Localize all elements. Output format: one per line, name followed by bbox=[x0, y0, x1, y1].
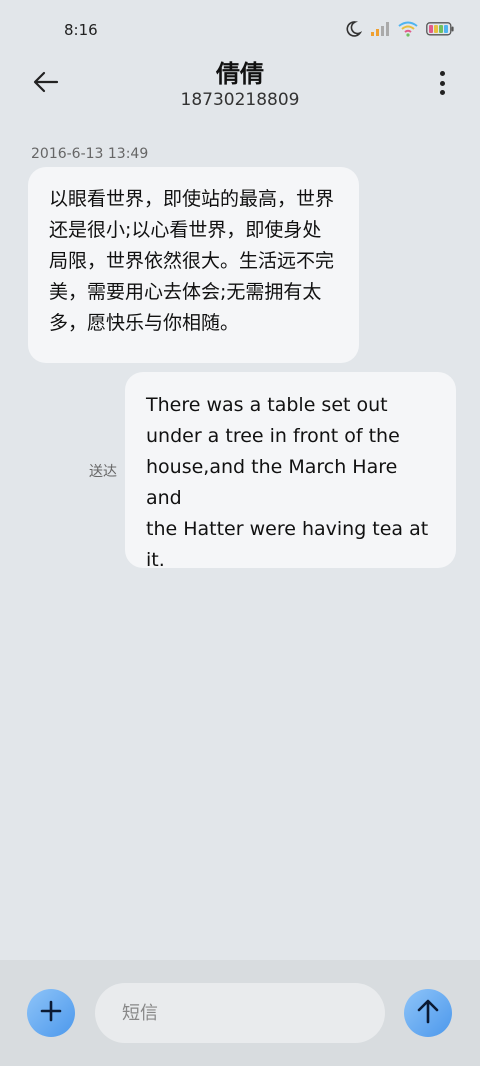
message-line: under a tree in front of the bbox=[146, 425, 400, 447]
contact-name: 倩倩 bbox=[216, 60, 264, 88]
battery-icon bbox=[426, 22, 454, 36]
conversation-header: 倩倩 18730218809 bbox=[0, 52, 480, 122]
message-line: the Hatter were having tea at bbox=[146, 518, 429, 540]
incoming-message-bubble[interactable]: 以眼看世界，即使站的最高，世界 还是很小;以心看世界，即使身处 局限，世界依然很… bbox=[28, 167, 359, 363]
message-line: house,and the March Hare and bbox=[146, 456, 398, 509]
message-timestamp: 2016-6-13 13:49 bbox=[31, 146, 149, 162]
add-attachment-button[interactable] bbox=[27, 989, 75, 1037]
outgoing-message-bubble[interactable]: There was a table set out under a tree i… bbox=[125, 372, 456, 571]
messaging-screen: 8:16 倩倩 18730218809 2016-6-13 13:49 以眼看世… bbox=[0, 0, 480, 1066]
message-line: 还是很小;以心看世界，即使身处 bbox=[49, 219, 322, 241]
message-line: 以眼看世界，即使站的最高，世界 bbox=[49, 188, 335, 210]
contact-phone: 18730218809 bbox=[180, 90, 300, 110]
status-icons bbox=[344, 20, 454, 38]
send-button[interactable] bbox=[404, 989, 452, 1037]
more-vertical-icon bbox=[439, 71, 445, 76]
message-line: 美，需要用心去体会;无需拥有太 bbox=[49, 281, 322, 303]
message-line: There was a table set out bbox=[146, 394, 388, 416]
status-time: 8:16 bbox=[64, 21, 98, 39]
status-bar: 8:16 bbox=[0, 0, 480, 60]
more-options-button[interactable] bbox=[434, 68, 450, 98]
signal-icon bbox=[370, 21, 390, 37]
delivery-status: 送达 bbox=[89, 464, 117, 480]
arrow-up-icon bbox=[416, 998, 440, 1028]
message-line: 多，愿快乐与你相随。 bbox=[49, 312, 240, 334]
wifi-icon bbox=[398, 21, 418, 37]
moon-icon bbox=[344, 20, 362, 38]
message-input[interactable] bbox=[95, 983, 385, 1043]
composer-bar bbox=[0, 960, 480, 1066]
message-line: 局限，世界依然很大。生活远不完 bbox=[49, 250, 335, 272]
plus-icon bbox=[39, 999, 63, 1027]
message-line: it. bbox=[146, 549, 165, 571]
